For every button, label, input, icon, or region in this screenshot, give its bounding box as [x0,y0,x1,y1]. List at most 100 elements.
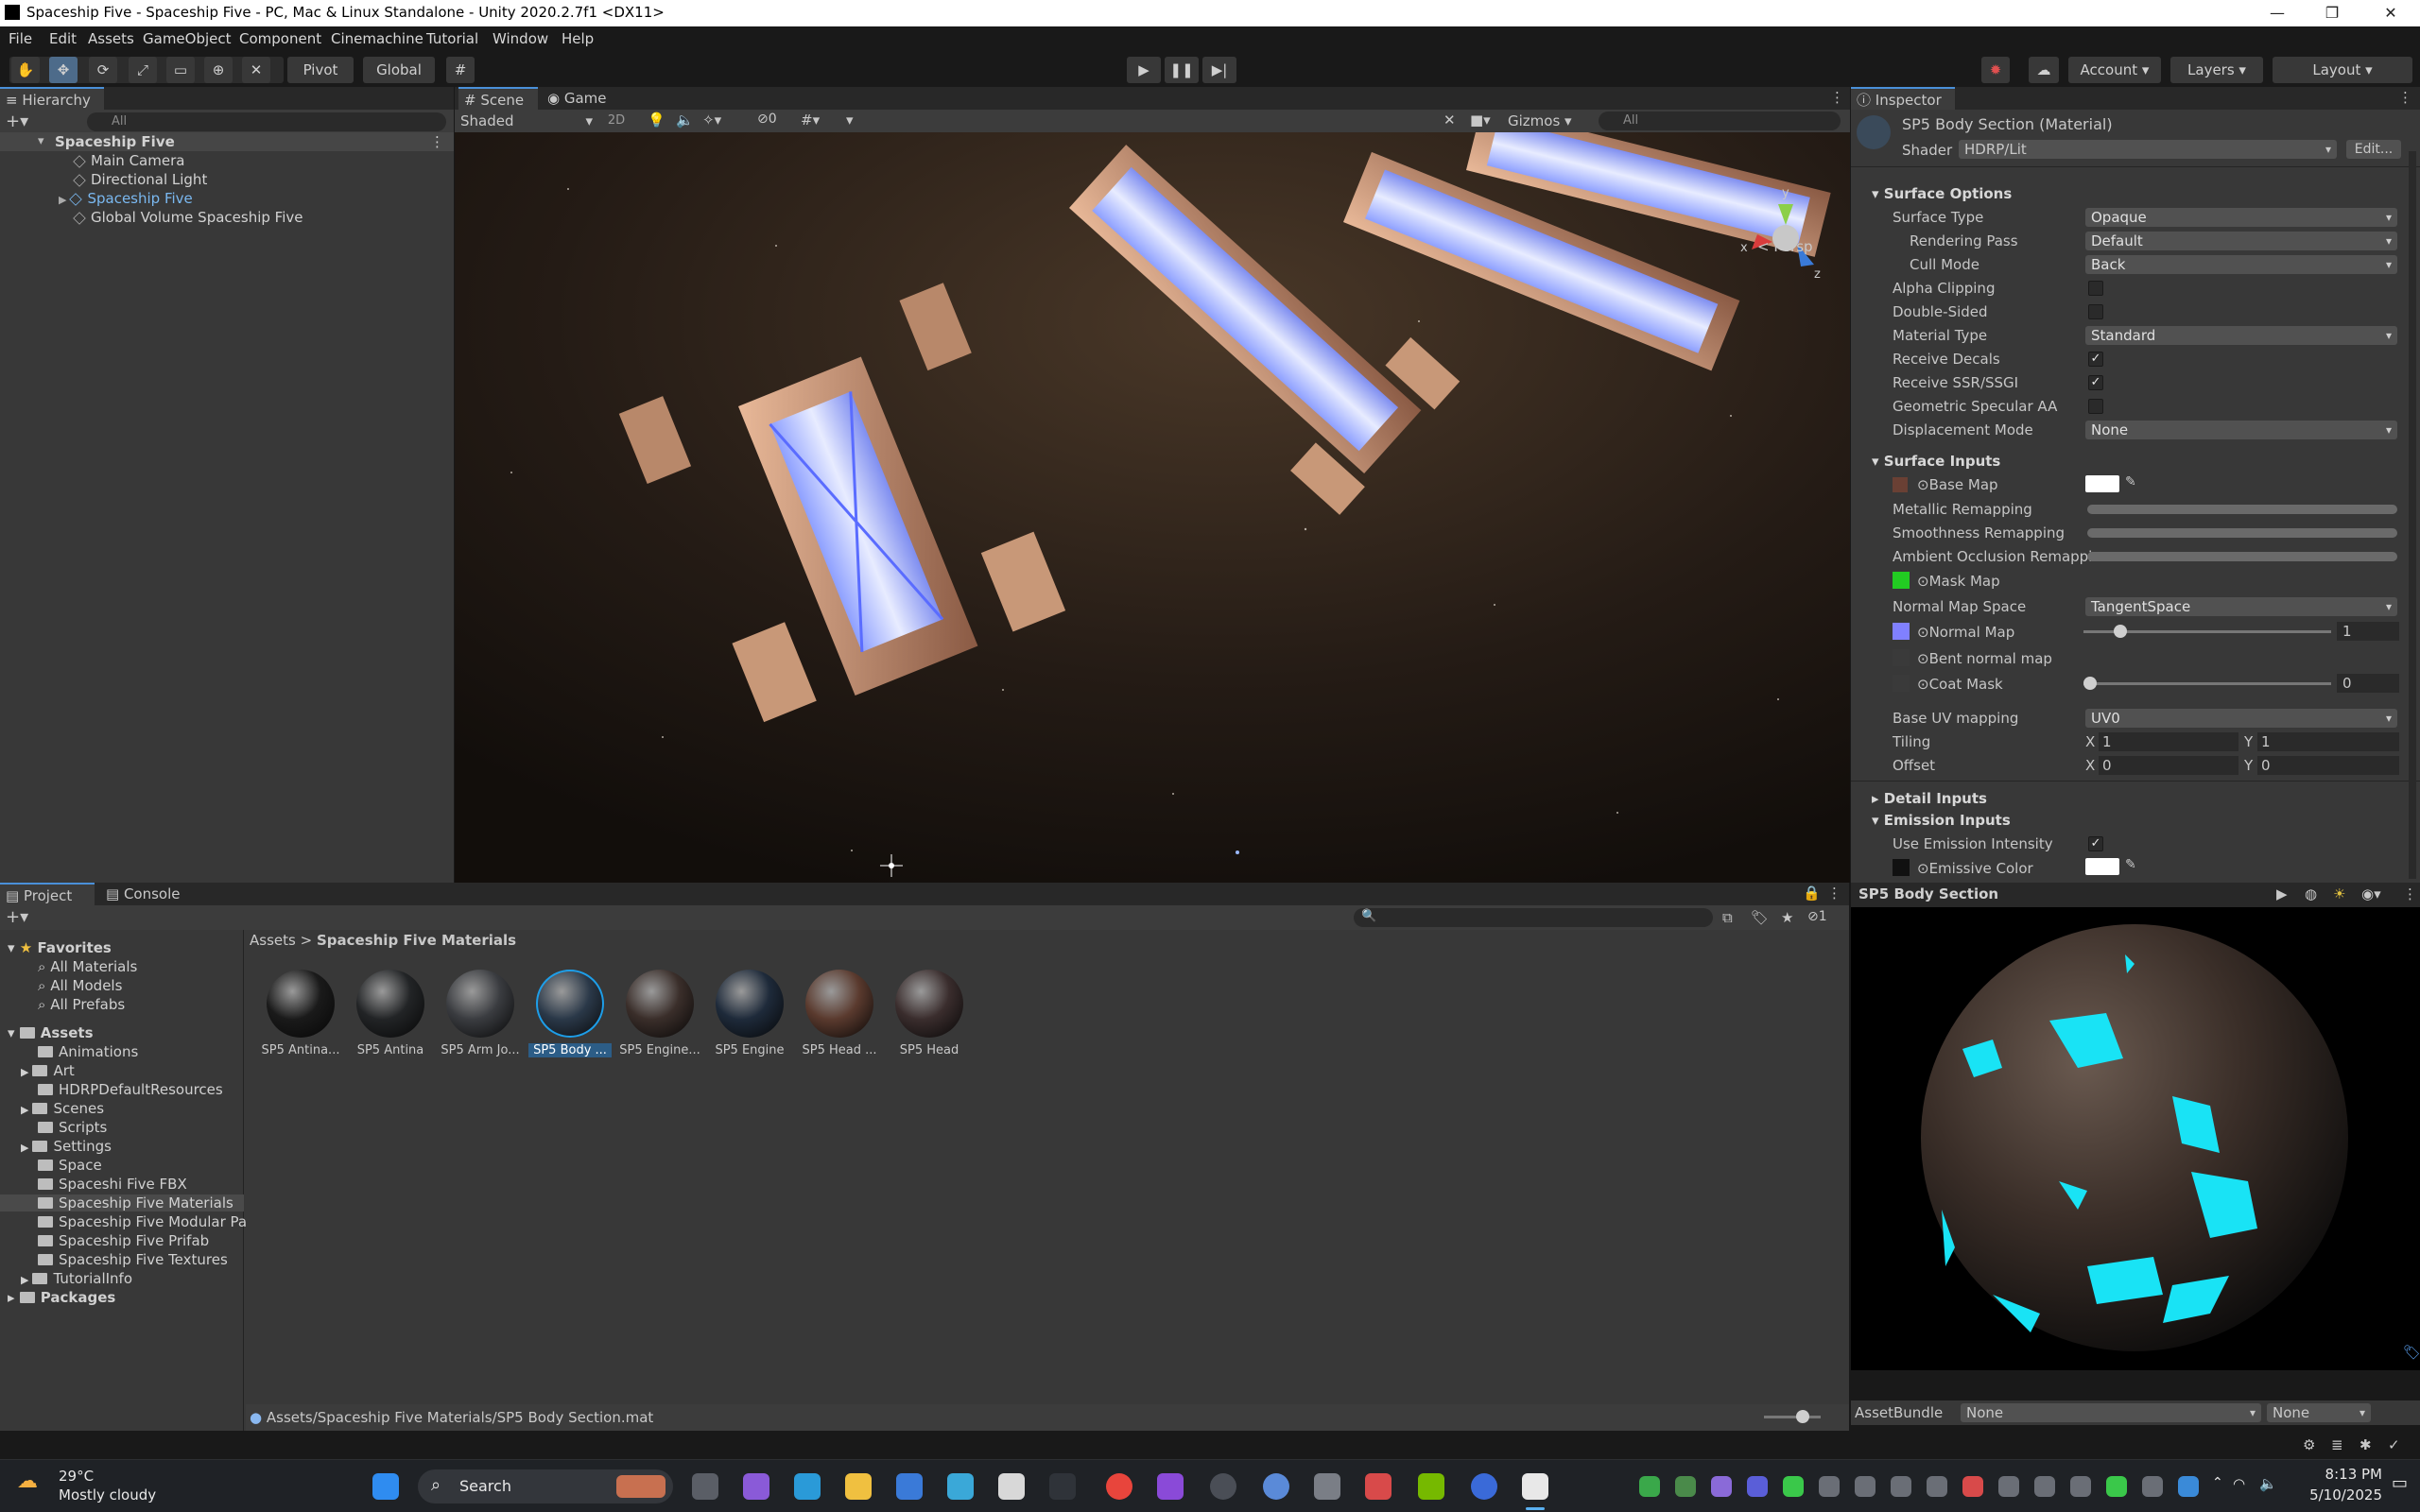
alienware-icon[interactable] [998,1473,1025,1500]
progress-icon[interactable]: ⚙ [2303,1436,2315,1453]
video-editor-icon[interactable] [1157,1473,1184,1500]
rect-tool-icon[interactable]: ▭ [166,57,195,83]
unity-icon[interactable] [1522,1473,1548,1500]
tray-icon[interactable] [2178,1476,2199,1497]
hierarchy-item[interactable]: Main Camera [0,151,184,170]
wifi-icon[interactable]: ◠ [2233,1475,2245,1492]
icon-size-slider-handle[interactable] [1796,1410,1809,1423]
inspector-menu-icon[interactable]: ⋮ [2398,89,2412,106]
tray-icon[interactable] [1891,1476,1911,1497]
app-icon[interactable] [1365,1473,1392,1500]
bent-normal-texture-slot[interactable] [1893,649,1910,666]
folder-item[interactable]: Spaceship Five Textures [38,1251,228,1268]
eyedropper-icon[interactable]: ✎ [2125,857,2136,872]
folder-item[interactable]: Animations [38,1043,138,1060]
create-asset-button[interactable]: +▾ [6,907,28,927]
eyedropper-icon[interactable]: ✎ [2125,474,2136,490]
material-asset[interactable]: SP5 Body ... [528,970,612,1057]
surface-type-dropdown[interactable]: Opaque [2085,208,2397,227]
custom-tool-icon[interactable]: ✕ [242,57,270,83]
lock-icon[interactable]: 🔒 [1803,885,1821,902]
lighting-icon[interactable]: 💡 [648,112,666,129]
favorite-item[interactable]: ⌕ All Prefabs [38,996,125,1013]
offset-x-field[interactable]: 0 [2099,756,2238,775]
project-menu-icon[interactable]: ⋮ [1827,885,1841,902]
notification-icon[interactable]: ▭ [2392,1473,2408,1493]
rotate-tool-icon[interactable]: ⟳ [89,57,117,83]
tray-icon[interactable] [2070,1476,2091,1497]
obs-icon[interactable] [1210,1473,1236,1500]
folder-item[interactable]: Spaceship Five Modular Pa [38,1213,247,1230]
pause-button[interactable]: ❚❚ [1165,57,1199,83]
maximize-button[interactable]: ❐ [2305,0,2360,26]
folder-item[interactable]: ▶ Art [21,1062,75,1079]
receive-ssr-checkbox[interactable]: ✓ [2088,375,2103,390]
folder-item[interactable]: Space [38,1157,102,1174]
project-search-input[interactable]: 🔍 [1354,908,1713,927]
material-preview[interactable]: 🏷 [1851,907,2420,1370]
menu-gameobject[interactable]: GameObject [143,30,232,47]
material-asset[interactable]: SP5 Engine... [618,970,701,1057]
preview-shape-icon[interactable]: ◍ [2305,885,2317,902]
normal-map-texture-slot[interactable] [1893,623,1910,640]
filter-label-icon[interactable]: 🏷 [1751,909,1769,926]
material-asset[interactable]: SP5 Antina [349,970,432,1057]
hand-tool-icon[interactable]: ✋ [11,57,40,83]
menu-assets[interactable]: Assets [88,30,134,47]
use-emission-checkbox[interactable]: ✓ [2088,836,2103,851]
emissive-color-swatch[interactable] [2085,858,2119,875]
menu-component[interactable]: Component [239,30,321,47]
file-explorer-icon[interactable] [845,1473,872,1500]
tiling-y-field[interactable]: 1 [2257,732,2399,751]
coat-mask-slider-handle[interactable] [2083,677,2097,690]
detail-inputs-foldout[interactable]: ▸ Detail Inputs [1872,790,1987,807]
asset-variant-dropdown[interactable]: None ▾ [2267,1403,2371,1422]
clock-time[interactable]: 8:13 PM [2297,1466,2382,1483]
packages-header[interactable]: ▸ Packages [8,1289,115,1306]
material-asset[interactable]: SP5 Engine [708,970,791,1057]
collapse-arrow-icon[interactable]: ▶ [59,194,66,206]
tray-icon[interactable] [1711,1476,1732,1497]
camera-icon[interactable]: ■▾ [1470,112,1491,129]
collab-icon[interactable]: ✹ [1981,57,2010,83]
receive-decals-checkbox[interactable]: ✓ [2088,352,2103,367]
audio-icon[interactable]: 🔈 [676,112,694,129]
emission-inputs-foldout[interactable]: ▾ Emission Inputs [1872,812,2011,829]
material-type-dropdown[interactable]: Standard [2085,326,2397,345]
app-icon[interactable] [1471,1473,1497,1500]
tab-hierarchy[interactable]: ≡ Hierarchy [0,87,104,110]
favorite-item[interactable]: ⌕ All Models [38,977,122,994]
nvidia-icon[interactable] [1418,1473,1444,1500]
xbox-tray-icon[interactable] [1639,1476,1660,1497]
preview-tag-icon[interactable]: 🏷 [2403,1344,2420,1361]
preview-background-icon[interactable]: ◉▾ [2361,885,2381,902]
volume-icon[interactable]: 🔈 [2259,1475,2277,1492]
layout-dropdown[interactable]: Layout ▾ [2273,57,2412,83]
menu-tutorial[interactable]: Tutorial [426,30,478,47]
scene-menu-icon[interactable]: ⋮ [430,132,444,151]
shader-dropdown[interactable]: HDRP/Lit ▾ [1959,140,2337,159]
hidden-packages-toggle[interactable]: ⊘1 [1807,909,1827,924]
tray-icon[interactable] [1927,1476,1947,1497]
rendering-pass-dropdown[interactable]: Default [2085,232,2397,250]
base-uv-dropdown[interactable]: UV0 [2085,709,2397,728]
scene-menu-icon[interactable]: ⋮ [1830,89,1844,106]
tab-project[interactable]: ▤ Project [0,883,95,905]
scale-tool-icon[interactable]: ⤢ [129,57,157,83]
folder-item[interactable]: Spaceship Five Prifab [38,1232,209,1249]
coat-mask-field[interactable]: 0 [2337,674,2399,693]
hierarchy-item[interactable]: Directional Light [0,170,207,189]
favorite-item[interactable]: ⌕ All Materials [38,958,137,975]
collapse-arrow-icon[interactable]: ▶ [21,1142,28,1154]
collapse-arrow-icon[interactable]: ▶ [21,1066,28,1078]
edit-shader-button[interactable]: Edit... [2346,140,2401,159]
pivot-toggle[interactable]: Pivot [287,57,354,83]
coat-mask-slider-track[interactable] [2083,682,2331,685]
scene-root-row[interactable]: ▾ Spaceship Five ⋮ [0,132,454,151]
tab-game[interactable]: ◉ Game [542,87,617,110]
folder-item[interactable]: ▶ Settings [21,1138,112,1155]
tray-icon[interactable] [1747,1476,1768,1497]
add-object-button[interactable]: +▾ [6,112,28,131]
preview-menu-icon[interactable]: ⋮ [2403,885,2417,902]
folder-item[interactable]: ▶ Scenes [21,1100,104,1117]
